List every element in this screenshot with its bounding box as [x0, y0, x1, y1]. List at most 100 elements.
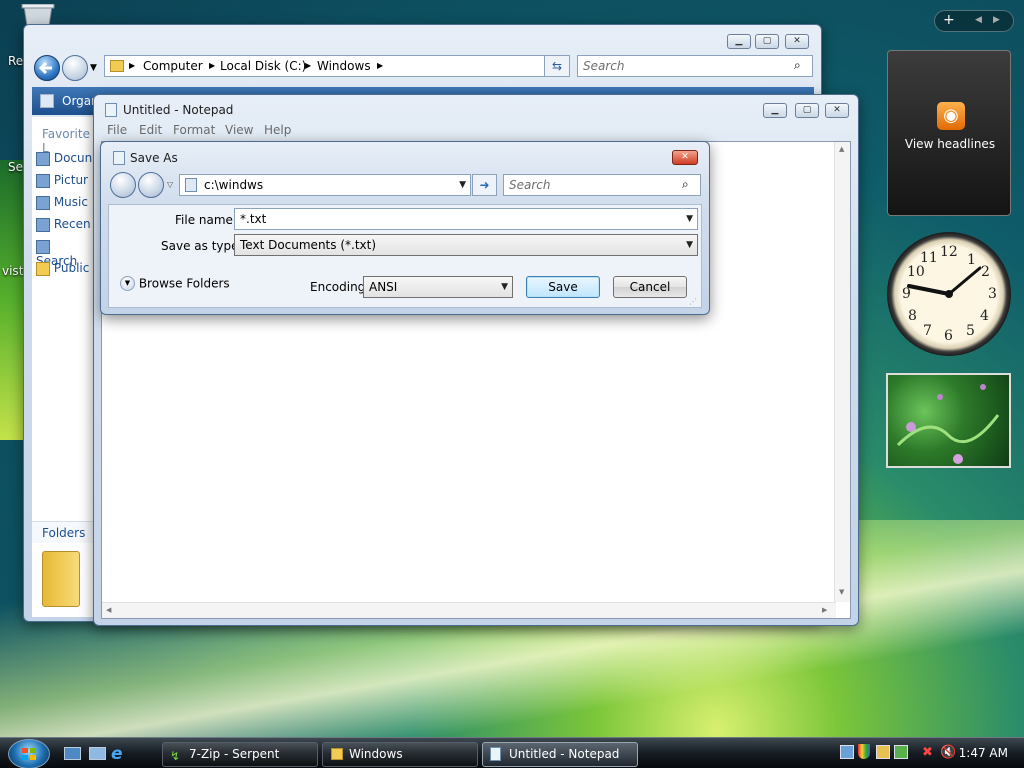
- menu-file[interactable]: File: [107, 123, 127, 137]
- save-button[interactable]: Save: [526, 276, 600, 298]
- recent-locations-dropdown-icon[interactable]: ▽: [167, 180, 173, 189]
- menu-help[interactable]: Help: [264, 123, 291, 137]
- nav-link-music[interactable]: Music: [36, 195, 88, 210]
- prev-gadget-icon[interactable]: ◀: [975, 15, 982, 25]
- close-button[interactable]: ✕: [825, 103, 849, 118]
- resize-grip-icon[interactable]: ⋰: [689, 297, 697, 306]
- switch-windows-icon[interactable]: [89, 747, 106, 760]
- navigation-pane: Favorite L Docun Pictur Music Recen Sear…: [32, 117, 96, 617]
- desktop-icon-label: Re: [8, 54, 24, 68]
- save-as-dialog[interactable]: Save As ✕ ▽ c:\windws ▼ ➜ Search ⌕ File …: [100, 141, 710, 315]
- chevron-right-icon[interactable]: ▶: [129, 56, 135, 76]
- network-warning-icon[interactable]: ✖: [922, 745, 933, 760]
- forward-button[interactable]: [138, 172, 164, 198]
- view-headlines-link[interactable]: View headlines: [888, 137, 1012, 151]
- update-tray-icon[interactable]: [876, 745, 890, 759]
- recent-pages-dropdown-icon[interactable]: ▼: [90, 63, 97, 73]
- taskbar-button-7zip[interactable]: 7-Zip - Serpent: [162, 742, 318, 767]
- chevron-down-icon[interactable]: ▼: [459, 175, 466, 195]
- scroll-down-icon[interactable]: ▼: [839, 588, 844, 596]
- scroll-right-icon[interactable]: ▶: [822, 606, 827, 614]
- arrow-left-icon: [38, 61, 52, 75]
- security-shield-icon[interactable]: [858, 744, 870, 759]
- clock-hands-icon: [907, 266, 982, 298]
- taskbar-button-windows[interactable]: Windows: [322, 742, 478, 767]
- nav-link-recent[interactable]: Recen: [36, 217, 91, 232]
- taskbar-button-notepad[interactable]: Untitled - Notepad: [482, 742, 638, 767]
- recent-items-icon: [36, 217, 50, 232]
- menu-view[interactable]: View: [225, 123, 253, 137]
- maximize-button[interactable]: ▢: [755, 34, 779, 49]
- nav-link-pictures[interactable]: Pictur: [36, 173, 88, 188]
- nav-link-documents[interactable]: Docun: [36, 151, 92, 166]
- app-tray-icon[interactable]: [894, 745, 908, 759]
- minimize-button[interactable]: ▁: [763, 103, 787, 118]
- feed-headlines-gadget[interactable]: ◉ View headlines: [887, 50, 1011, 216]
- dialog-title: Save As: [130, 151, 178, 165]
- breadcrumb-local-disk[interactable]: Local Disk (C:): [220, 56, 306, 76]
- dialog-search-input[interactable]: Search: [503, 174, 701, 196]
- location-input[interactable]: c:\windws ▼: [179, 174, 471, 196]
- chevron-down-icon[interactable]: ▼: [686, 209, 693, 229]
- explorer-search-input[interactable]: Search: [577, 55, 813, 77]
- desktop-icon-label: Se: [8, 160, 23, 174]
- clock-gadget[interactable]: 12 1 2 3 4 5 6 7 8 9 10 11: [887, 232, 1011, 356]
- menu-edit[interactable]: Edit: [139, 123, 162, 137]
- file-name-input[interactable]: *.txt ▼: [234, 208, 698, 230]
- folders-label: Folders: [42, 526, 86, 540]
- windows-logo-icon: [22, 748, 36, 760]
- folders-header[interactable]: Folders: [32, 521, 96, 543]
- recycle-bin-icon[interactable]: [20, 3, 56, 27]
- next-gadget-icon[interactable]: ▶: [993, 15, 1000, 25]
- window-title: Untitled - Notepad: [123, 103, 234, 117]
- music-icon: [36, 195, 50, 210]
- save-as-type-select[interactable]: Text Documents (*.txt) ▼: [234, 234, 698, 256]
- go-button[interactable]: ➜: [472, 174, 497, 196]
- chevron-right-icon[interactable]: ▶: [209, 56, 215, 76]
- location-value: c:\windws: [204, 178, 264, 192]
- nav-link-public[interactable]: Public: [36, 261, 89, 276]
- browse-folders-toggle[interactable]: ▼ Browse Folders: [120, 276, 230, 291]
- cancel-button[interactable]: Cancel: [613, 276, 687, 298]
- encoding-select[interactable]: ANSI ▼: [363, 276, 513, 298]
- slideshow-gadget[interactable]: [886, 373, 1011, 468]
- maximize-button[interactable]: ▢: [795, 103, 819, 118]
- vertical-scrollbar[interactable]: ▲ ▼: [834, 142, 850, 602]
- horizontal-scrollbar[interactable]: ◀ ▶: [102, 602, 836, 618]
- chevron-right-icon[interactable]: ▶: [377, 56, 383, 76]
- chevron-right-icon[interactable]: ▶: [305, 56, 311, 76]
- folder-icon: [110, 60, 124, 72]
- internet-explorer-icon[interactable]: e: [111, 744, 123, 764]
- start-button[interactable]: [8, 739, 50, 768]
- show-desktop-icon[interactable]: [64, 747, 81, 760]
- system-clock[interactable]: 1:47 AM: [959, 746, 1008, 760]
- nav-link-label: Pictur: [53, 173, 88, 187]
- search-icon[interactable]: ⌕: [682, 177, 689, 192]
- breadcrumb-computer[interactable]: Computer: [143, 56, 203, 76]
- address-bar[interactable]: ▶ Computer ▶ Local Disk (C:) ▶ Windows ▶…: [104, 55, 566, 77]
- search-icon[interactable]: ⌕: [794, 58, 801, 73]
- documents-icon: [36, 151, 50, 166]
- forward-button[interactable]: [62, 55, 88, 81]
- notepad-app-icon: [113, 151, 125, 165]
- chevron-down-icon[interactable]: ▼: [501, 277, 508, 297]
- back-button[interactable]: [34, 55, 60, 81]
- location-icon: [185, 178, 197, 192]
- refresh-button[interactable]: ⇆: [544, 55, 570, 77]
- file-name-label: File name:: [175, 213, 237, 227]
- nav-link-label: Recen: [53, 217, 91, 231]
- back-button[interactable]: [110, 172, 136, 198]
- chevron-down-icon[interactable]: ▼: [686, 235, 693, 255]
- network-tray-icon[interactable]: [840, 745, 854, 759]
- large-folder-icon: [42, 551, 80, 607]
- browse-folders-label: Browse Folders: [138, 276, 230, 291]
- scroll-left-icon[interactable]: ◀: [106, 606, 111, 614]
- menu-format[interactable]: Format: [173, 123, 215, 137]
- add-gadget-icon[interactable]: +: [943, 12, 955, 28]
- close-button[interactable]: ✕: [672, 150, 698, 165]
- volume-muted-icon[interactable]: 🔇: [940, 745, 956, 760]
- scroll-up-icon[interactable]: ▲: [839, 145, 844, 153]
- close-button[interactable]: ✕: [785, 34, 809, 49]
- breadcrumb-windows[interactable]: Windows: [317, 56, 371, 76]
- minimize-button[interactable]: ▁: [727, 34, 751, 49]
